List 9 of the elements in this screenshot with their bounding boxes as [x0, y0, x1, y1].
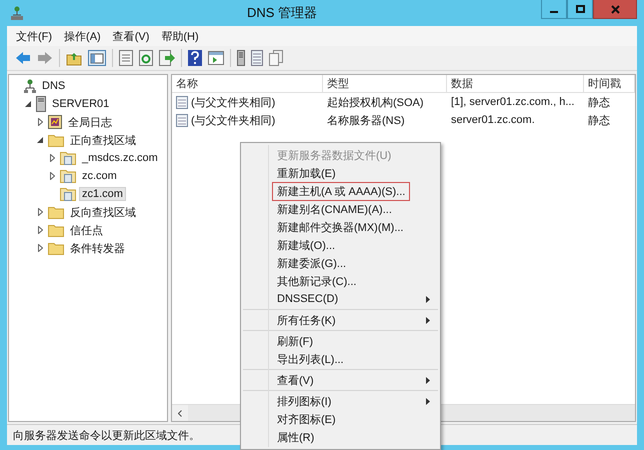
table-cell-text: 静态	[588, 96, 610, 110]
table-cell: [1], server01.zc.com., h...	[451, 96, 574, 108]
table-cell-text: 名称服务器(NS)	[327, 114, 405, 128]
table-cell: server01.zc.com.	[451, 114, 535, 126]
table-cell-text: 静态	[588, 114, 610, 128]
table-cell-text: (与父文件夹相同)	[191, 96, 276, 110]
table-cell-text: 起始授权机构(SOA)	[327, 96, 424, 110]
table-cell-text: (与父文件夹相同)	[191, 114, 276, 128]
window-title: DNS 管理器	[246, 4, 318, 22]
